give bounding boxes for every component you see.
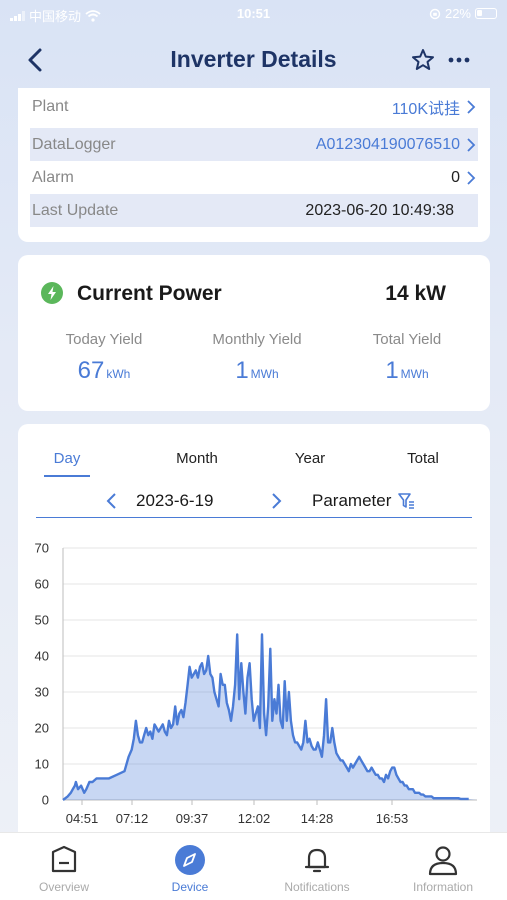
current-power-value: 14 kW	[385, 282, 446, 305]
bottom-tab-device[interactable]: Device	[135, 843, 245, 894]
today-yield: Today Yield 67 kWh	[29, 331, 179, 385]
datalogger-label: DataLogger	[32, 135, 116, 153]
chevron-right-icon[interactable]	[268, 492, 284, 510]
chevron-right-icon	[467, 170, 476, 185]
lightning-icon	[41, 282, 63, 304]
more-icon[interactable]	[446, 47, 472, 73]
x-tick-label: 14:28	[301, 811, 334, 826]
y-tick-label: 60	[35, 577, 49, 592]
chevron-left-icon[interactable]	[104, 492, 120, 510]
nav-bar: Inverter Details	[0, 38, 507, 84]
monthly-yield: Monthly Yield 1 MWh	[182, 331, 332, 385]
datalogger-value: A012304190076510	[315, 135, 460, 153]
bottom-tab-notifications[interactable]: Notifications	[262, 843, 372, 894]
overview-icon	[51, 845, 77, 873]
y-tick-label: 40	[35, 649, 49, 664]
plant-label: Plant	[32, 97, 69, 115]
filter-icon	[398, 493, 415, 509]
today-yield-value-group: 67 kWh	[29, 357, 179, 385]
x-tick-label: 16:53	[376, 811, 409, 826]
alarm-label: Alarm	[32, 168, 74, 186]
last-update-row: Last Update 2023-06-20 10:49:38	[30, 194, 478, 227]
x-tick-label: 09:37	[176, 811, 209, 826]
y-tick-label: 0	[42, 793, 49, 808]
plant-row[interactable]: Plant 110K试挂	[30, 90, 478, 123]
last-update-value: 2023-06-20 10:49:38	[305, 201, 454, 219]
current-power-card: Current Power 14 kW Today Yield 67 kWh Mo…	[18, 255, 490, 411]
plant-value: 110K试挂	[391, 100, 460, 118]
datalogger-row[interactable]: DataLogger A012304190076510	[30, 128, 478, 161]
datalogger-value-group: A012304190076510	[316, 136, 476, 154]
y-tick-label: 30	[35, 685, 49, 700]
y-tick-label: 10	[35, 757, 49, 772]
bottom-tab-overview[interactable]: Overview	[9, 843, 119, 894]
x-tick-label: 12:02	[238, 811, 271, 826]
today-yield-unit: kWh	[106, 367, 131, 381]
chevron-right-icon	[467, 99, 476, 114]
x-tick-label: 07:12	[116, 811, 149, 826]
tab-total[interactable]: Total	[383, 450, 463, 475]
plant-value-group: 110K试挂	[392, 95, 476, 119]
status-bar: 中国移动 10:51 22%	[0, 0, 507, 30]
y-tick-label: 50	[35, 613, 49, 628]
battery-percent: 22%	[444, 6, 471, 21]
alarm-row[interactable]: Alarm 0	[30, 161, 478, 194]
orientation-lock-icon	[429, 8, 441, 19]
period-tabs: Day Month Year Total	[18, 450, 490, 480]
power-chart: 0 10 20 30 40 50 60 70 04:51 07:12 09:37 12:02 14:28…	[35, 541, 477, 826]
last-update-label: Last Update	[32, 201, 119, 219]
monthly-yield-value-group: 1 MWh	[182, 357, 332, 385]
alarm-value: 0	[451, 168, 460, 186]
star-icon[interactable]	[410, 47, 436, 73]
bottom-tab-bar: Overview Device Notifications Informatio…	[0, 832, 507, 900]
tab-year[interactable]: Year	[270, 450, 350, 475]
bell-icon	[304, 848, 330, 873]
chart-card: Day Month Year Total 2023-6-19 Parameter…	[18, 424, 490, 844]
x-tick-label: 04:51	[66, 811, 99, 826]
chevron-right-icon	[467, 137, 476, 152]
tab-day[interactable]: Day	[44, 450, 90, 477]
total-yield-value-group: 1 MWh	[332, 357, 482, 385]
total-yield: Total Yield 1 MWh	[332, 331, 482, 385]
monthly-yield-label: Monthly Yield	[212, 331, 302, 348]
battery-icon	[475, 8, 497, 19]
monthly-yield-value: 1	[235, 357, 249, 384]
selected-date[interactable]: 2023-6-19	[136, 491, 214, 511]
current-power-title: Current Power	[77, 282, 222, 305]
y-tick-label: 70	[35, 541, 49, 556]
monthly-yield-unit: MWh	[250, 367, 279, 381]
today-yield-label: Today Yield	[65, 331, 143, 348]
y-tick-label: 20	[35, 721, 49, 736]
bottom-tab-overview-label: Overview	[38, 880, 89, 894]
bottom-tab-information-label: Information	[412, 880, 474, 894]
bottom-tab-notifications-label: Notifications	[284, 880, 350, 894]
bottom-tab-information[interactable]: Information	[388, 843, 498, 894]
bottom-tab-device-label: Device	[171, 880, 209, 894]
info-card: Plant 110K试挂 DataLogger A012304190076510…	[18, 88, 490, 242]
tab-month[interactable]: Month	[157, 450, 237, 475]
today-yield-value: 67	[77, 357, 105, 384]
date-selector: 2023-6-19 Parameter	[36, 488, 472, 518]
user-icon	[428, 846, 458, 876]
compass-icon	[175, 845, 205, 875]
total-yield-value: 1	[385, 357, 399, 384]
total-yield-label: Total Yield	[372, 331, 442, 348]
parameter-button[interactable]: Parameter	[312, 491, 415, 511]
parameter-label: Parameter	[312, 491, 392, 510]
status-right: 22%	[429, 6, 497, 21]
total-yield-unit: MWh	[400, 367, 429, 381]
alarm-value-group: 0	[451, 169, 476, 187]
